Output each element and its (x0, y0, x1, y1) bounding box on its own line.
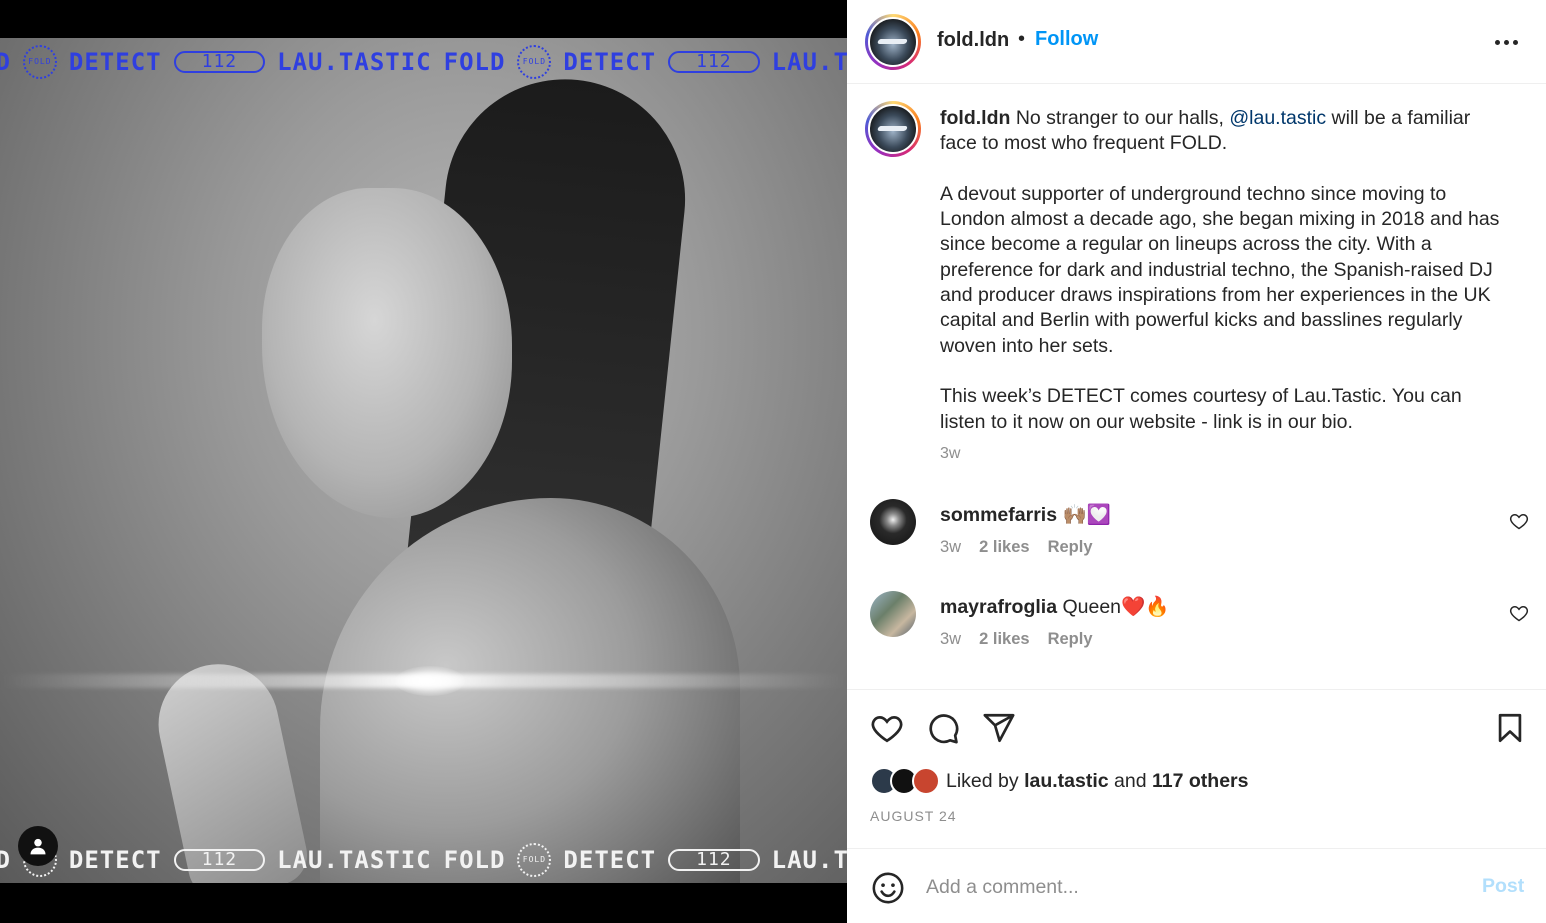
ticker-top: LD FOLD DETECT 112 LAU.TASTIC FOLD FOLD DETECT 1… (0, 40, 847, 84)
author-avatar[interactable] (865, 14, 921, 70)
share-icon[interactable] (982, 711, 1016, 745)
comment-reply-button[interactable]: Reply (1048, 630, 1093, 649)
commenter-avatar[interactable] (870, 499, 916, 545)
comment-like-heart-icon[interactable] (1509, 511, 1529, 531)
photo-shoulder (320, 498, 740, 883)
post-comment-button[interactable]: Post (1482, 875, 1524, 898)
header-separator: • (1018, 28, 1026, 50)
caption-author-avatar[interactable] (865, 101, 921, 157)
ticker-issue-number: 112 (668, 849, 760, 871)
comment-time: 3w (940, 630, 962, 648)
post-caption: fold.ldn No stranger to our halls, @lau.… (940, 106, 1500, 435)
caption-timestamp: 3w (940, 445, 961, 462)
comments-scroll-area[interactable]: fold.ldn No stranger to our halls, @lau.… (847, 85, 1546, 688)
ticker-text: LD (0, 846, 11, 874)
comment-likes[interactable]: 2 likes (979, 630, 1029, 649)
ticker-bottom: LDFOLDDETECT112LAU.TASTICFOLDFOLDDETECT1… (0, 838, 847, 882)
ticker-text: LAU.TAST (771, 846, 847, 874)
ticker-issue-number: 112 (173, 51, 266, 73)
liked-by-avatars[interactable] (870, 767, 944, 795)
follow-button[interactable]: Follow (1035, 28, 1098, 51)
ticker-text: FOLD (443, 846, 506, 874)
add-comment-bar: Post (847, 848, 1546, 923)
post-date: AUGUST 24 (870, 808, 957, 824)
commenter-username[interactable]: sommefarris (940, 504, 1057, 526)
liked-by-prefix: Liked by (946, 770, 1019, 792)
comment-item: mayrafroglia Queen❤️🔥 3w 2 likes Reply (847, 591, 1546, 661)
ticker-text: DETECT (563, 846, 657, 874)
ticker-issue-number: 112 (668, 51, 760, 73)
liked-by-user-link[interactable]: lau.tastic (1024, 770, 1109, 792)
photo-face (262, 188, 512, 518)
liked-by-others-link[interactable]: 117 others (1152, 770, 1248, 792)
author-username[interactable]: fold.ldn (937, 29, 1009, 52)
ticker-text: LAU.TASTIC (277, 846, 432, 874)
tagged-users-button[interactable] (18, 826, 58, 866)
comment-input[interactable] (926, 869, 1446, 905)
lens-flare-core (395, 666, 465, 696)
person-icon (30, 838, 46, 855)
more-options-icon[interactable] (1495, 32, 1519, 52)
post-header: fold.ldn • Follow (847, 0, 1546, 84)
ticker-text: DETECT (563, 48, 657, 76)
post-actions: Liked by lau.tastic and 117 others AUGUS… (847, 689, 1546, 849)
ticker-text: DETECT (68, 48, 162, 76)
ticker-text: LAU.TASTIC (277, 48, 432, 76)
fold-star-logo: FOLD (517, 45, 552, 79)
comment-reply-button[interactable]: Reply (1048, 538, 1093, 557)
bookmark-icon[interactable] (1493, 711, 1527, 745)
comment-icon[interactable] (926, 711, 960, 745)
ticker-text: DETECT (68, 846, 162, 874)
ticker-text: LD (0, 48, 11, 76)
ticker-text: FOLD (443, 48, 506, 76)
fold-star-logo: FOLD (22, 45, 57, 79)
ticker-issue-number: 112 (173, 849, 266, 871)
liked-by-summary: Liked by lau.tastic and 117 others (946, 770, 1248, 793)
caption-paragraph: This week’s DETECT comes courtesy of Lau… (940, 385, 1462, 433)
caption-username[interactable]: fold.ldn (940, 107, 1010, 129)
post-media[interactable]: LD FOLD DETECT 112 LAU.TASTIC FOLD FOLD DETECT 1… (0, 0, 847, 923)
commenter-username[interactable]: mayrafroglia (940, 596, 1057, 618)
ticker-text: LAU.TAST (771, 48, 847, 76)
heart-icon[interactable] (870, 711, 904, 745)
commenter-avatar[interactable] (870, 591, 916, 637)
comment-item: sommefarris 🙌🏽💟 3w 2 likes Reply (847, 499, 1546, 569)
caption-paragraph: A devout supporter of underground techno… (940, 182, 1500, 357)
post-photo (0, 38, 847, 883)
post-side-panel: fold.ldn • Follow fold.ldn No stranger t… (847, 0, 1546, 923)
caption-mention-link[interactable]: @lau.tastic (1229, 107, 1326, 129)
emoji-icon[interactable] (871, 871, 905, 905)
comment-time: 3w (940, 538, 962, 556)
liked-by-and: and (1114, 770, 1147, 792)
comment-likes[interactable]: 2 likes (979, 538, 1029, 557)
fold-star-logo: FOLD (517, 843, 552, 877)
comment-text: 🙌🏽💟 (1062, 504, 1112, 526)
comment-text: Queen❤️🔥 (1062, 596, 1170, 618)
caption-intro: No stranger to our halls, (1015, 107, 1224, 129)
comment-like-heart-icon[interactable] (1509, 603, 1529, 623)
